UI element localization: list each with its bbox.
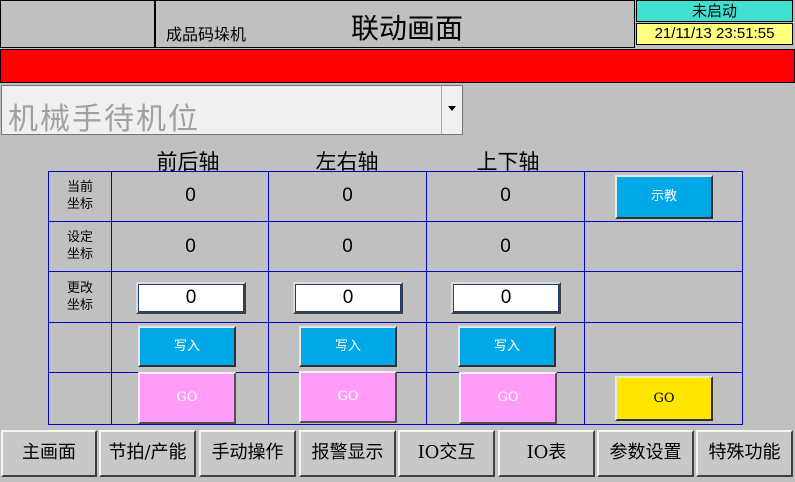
header-title-panel: 成品码垛机 联动画面 — [155, 0, 635, 48]
row-label-line: 坐标 — [66, 197, 93, 212]
position-select[interactable]: 机械手待机位 — [1, 85, 463, 137]
row-label-line: 更改 — [66, 281, 93, 296]
header-left-panel — [0, 0, 155, 48]
row-label-line: 坐标 — [66, 247, 93, 262]
row-label-current: 当前 坐标 — [49, 179, 111, 213]
go-button-all-axes[interactable]: GO — [615, 376, 713, 421]
machine-name: 成品码垛机 — [166, 25, 247, 44]
write-button-up-down[interactable]: 写入 — [458, 326, 556, 367]
nav-manual-operation[interactable]: 手动操作 — [199, 430, 296, 477]
nav-alarm-display[interactable]: 报警显示 — [299, 430, 396, 477]
nav-cycle-capacity[interactable]: 节拍/产能 — [99, 430, 196, 477]
go-button-front-back[interactable]: GO — [138, 372, 236, 424]
alarm-message-bar — [0, 49, 795, 83]
current-coord-front-back: 0 — [185, 185, 196, 206]
go-button-left-right[interactable]: GO — [299, 371, 397, 423]
row-label-setpoint: 设定 坐标 — [49, 229, 111, 263]
dropdown-arrow-icon[interactable] — [441, 86, 462, 134]
row-label-line: 设定 — [66, 230, 93, 245]
current-coord-up-down: 0 — [500, 185, 511, 206]
nav-io-table[interactable]: IO表 — [498, 430, 595, 477]
setpoint-coord-front-back: 0 — [185, 236, 196, 257]
grid-line — [426, 171, 427, 425]
grid-line — [111, 171, 112, 425]
grid-line — [48, 322, 743, 323]
grid-line — [268, 171, 269, 425]
setpoint-coord-left-right: 0 — [342, 236, 353, 257]
grid-line — [48, 271, 743, 272]
modify-coord-left-right-input[interactable]: 0 — [293, 282, 403, 314]
screen-title: 联动画面 — [351, 12, 464, 45]
grid-line — [48, 171, 743, 172]
grid-line — [742, 171, 743, 425]
datetime-display: 21/11/13 23:51:55 — [636, 23, 793, 45]
row-label-line: 当前 — [66, 180, 93, 195]
teach-button[interactable]: 示教 — [615, 175, 713, 219]
write-button-left-right[interactable]: 写入 — [299, 326, 397, 367]
nav-parameter-settings[interactable]: 参数设置 — [597, 430, 694, 477]
grid-line — [48, 221, 743, 222]
setpoint-coord-up-down: 0 — [500, 236, 511, 257]
position-select-value: 机械手待机位 — [8, 102, 200, 137]
grid-line — [48, 424, 743, 425]
nav-main-screen[interactable]: 主画面 — [1, 430, 97, 477]
write-button-front-back[interactable]: 写入 — [138, 326, 236, 367]
row-label-modify: 更改 坐标 — [49, 280, 111, 314]
row-label-line: 坐标 — [66, 298, 93, 313]
grid-line — [584, 171, 585, 425]
modify-coord-up-down-input[interactable]: 0 — [451, 282, 561, 314]
go-button-up-down[interactable]: GO — [459, 372, 557, 424]
nav-io-interaction[interactable]: IO交互 — [398, 430, 495, 477]
current-coord-left-right: 0 — [342, 185, 353, 206]
modify-coord-front-back-input[interactable]: 0 — [136, 282, 246, 314]
nav-special-functions[interactable]: 特殊功能 — [696, 430, 793, 477]
run-status-indicator: 未启动 — [636, 0, 793, 22]
